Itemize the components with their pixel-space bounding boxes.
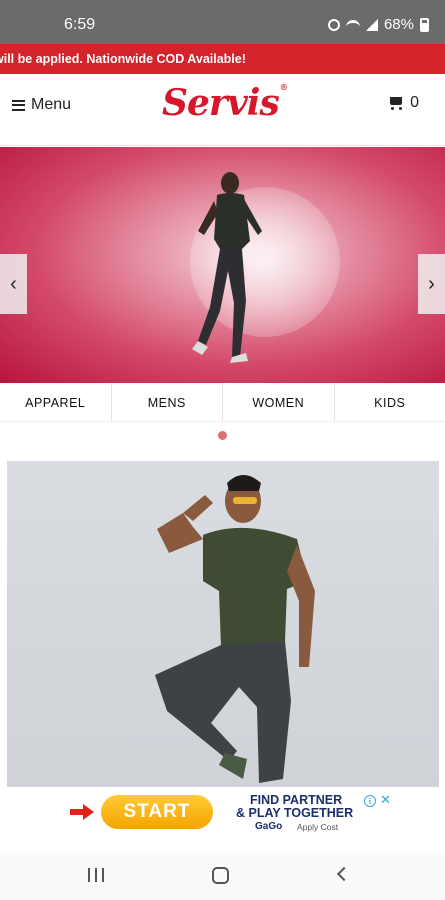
recents-icon[interactable] [88, 868, 104, 882]
slider-indicator-dot[interactable] [218, 431, 227, 440]
ad-close-icon[interactable]: ✕ [380, 792, 391, 808]
slider-next-button[interactable]: › [418, 254, 445, 314]
registered-mark: ® [279, 82, 288, 92]
cart-count: 0 [410, 94, 419, 111]
hero-model-image [192, 172, 262, 363]
ad-headline-1: FIND PARTNER [250, 793, 343, 807]
featured-product-image[interactable] [7, 461, 439, 791]
ad-subtext: Apply Cost [297, 822, 339, 832]
status-time: 6:59 [64, 16, 96, 33]
status-bar: 6:59 68% [0, 0, 445, 44]
chevron-right-icon: › [428, 272, 435, 295]
slider-prev-button[interactable]: ‹ [0, 254, 27, 314]
hero-slider[interactable]: ‹ › [0, 147, 445, 383]
tab-women[interactable]: WOMEN [223, 384, 335, 421]
alarm-icon [327, 18, 340, 31]
tab-apparel[interactable]: APPAREL [0, 384, 112, 421]
tab-mens[interactable]: MENS [112, 384, 223, 421]
servis-logo[interactable]: Servis® [162, 82, 288, 124]
menu-button[interactable]: Menu [12, 92, 71, 118]
ad-banner[interactable] [0, 787, 445, 845]
battery-icon [420, 17, 429, 32]
tab-kids[interactable]: KIDS [335, 384, 445, 421]
ad-start-button[interactable]: START [101, 795, 213, 829]
menu-label: Menu [31, 96, 72, 113]
ad-info-icon[interactable]: i [364, 795, 376, 807]
signal-icon [365, 18, 378, 31]
battery-percent: 68% [383, 16, 414, 33]
promo-text: will be applied. Nationwide COD Availabl… [0, 52, 246, 66]
ad-brand: GaGo [255, 821, 283, 832]
arrow-right-icon [70, 804, 94, 820]
site-header: Menu Servis® 0 [0, 74, 445, 146]
hamburger-icon [12, 99, 25, 111]
ad-headline-2: & PLAY TOGETHER [236, 806, 354, 820]
promo-banner: will be applied. Nationwide COD Availabl… [0, 44, 445, 74]
status-icons: 68% [327, 16, 429, 33]
category-tabs: APPAREL MENS WOMEN KIDS [0, 384, 445, 422]
wifi-icon [345, 19, 360, 30]
app-screen: 6:59 68% will be applied. Nationwide COD… [0, 0, 445, 900]
cart-button[interactable]: 0 [388, 94, 419, 112]
home-icon[interactable] [212, 867, 229, 884]
logo-text: Servis [162, 82, 280, 124]
product-model-image [155, 475, 315, 783]
cart-icon [388, 96, 404, 110]
chevron-left-icon: ‹ [10, 272, 17, 295]
